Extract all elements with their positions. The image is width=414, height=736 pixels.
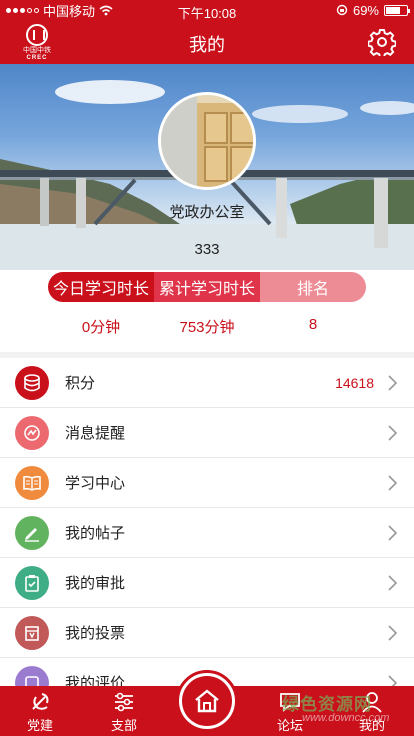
tab-label: 论坛 — [276, 718, 303, 733]
rotation-lock-icon — [336, 4, 348, 16]
nav-bar: 中国中铁 CREC 我的 — [0, 20, 414, 64]
points-value: 14618 — [335, 374, 374, 391]
tab-branch[interactable]: 支部 — [94, 686, 154, 736]
pencil-icon — [15, 515, 49, 550]
tab-today-study-time[interactable]: 今日学习时长 — [48, 272, 154, 302]
battery-icon — [384, 4, 410, 16]
chevron-right-icon — [388, 624, 398, 641]
vote-icon — [15, 615, 49, 650]
clipboard-check-icon — [15, 565, 49, 600]
person-icon — [362, 692, 382, 713]
profile-id: 333 — [194, 241, 220, 258]
chevron-right-icon — [388, 474, 398, 491]
tab-label: 党建 — [26, 718, 53, 733]
chevron-right-icon — [388, 374, 398, 391]
tab-party-building[interactable]: 党建 — [10, 686, 70, 736]
menu-item-my-posts[interactable]: 我的帖子 — [0, 508, 414, 558]
total-study-time-value: 753分钟 — [179, 319, 235, 336]
carrier-label: 中国移动 — [43, 3, 96, 19]
chevron-right-icon — [388, 574, 398, 591]
party-emblem-icon — [32, 693, 49, 710]
menu-item-label: 我的审批 — [65, 575, 126, 592]
tab-ranking[interactable]: 排名 — [260, 272, 366, 302]
stats-tabs: 今日学习时长 累计学习时长 排名 — [48, 272, 366, 302]
today-study-time-value: 0分钟 — [81, 319, 121, 336]
tab-total-study-time[interactable]: 累计学习时长 — [154, 272, 260, 302]
points-coins-icon — [15, 365, 49, 400]
home-button[interactable] — [176, 670, 238, 732]
profile-banner: 党政办公室 333 — [0, 64, 414, 270]
menu-item-points[interactable]: 积分 14618 — [0, 358, 414, 408]
menu-item-study-center[interactable]: 学习中心 — [0, 458, 414, 508]
book-icon — [15, 465, 49, 500]
tab-label: 支部 — [110, 718, 137, 733]
profile-name: 党政办公室 — [169, 204, 245, 221]
study-stats: 今日学习时长 累计学习时长 排名 0分钟 753分钟 8 — [0, 270, 414, 352]
gear-icon[interactable] — [368, 28, 396, 56]
chevron-right-icon — [388, 524, 398, 541]
wifi-icon — [99, 5, 113, 15]
home-icon — [195, 689, 219, 713]
page-title: 我的 — [189, 35, 225, 55]
menu-item-label: 积分 — [65, 375, 96, 392]
menu-item-message-reminder[interactable]: 消息提醒 — [0, 408, 414, 458]
menu-item-my-approvals[interactable]: 我的审批 — [0, 558, 414, 608]
battery-percent: 69% — [352, 2, 379, 18]
sliders-icon — [115, 692, 133, 712]
ranking-value: 8 — [308, 316, 318, 333]
status-bar: 中国移动 下午10:08 69% — [0, 0, 414, 21]
menu-item-label: 我的投票 — [65, 625, 126, 642]
tab-forum[interactable]: 论坛 — [260, 686, 320, 736]
menu-item-label: 我的帖子 — [65, 525, 126, 542]
tab-mine[interactable]: 我的 — [342, 686, 402, 736]
message-reminder-icon — [15, 415, 49, 450]
signal-icon — [6, 7, 39, 13]
avatar[interactable] — [158, 92, 256, 190]
menu-item-label: 学习中心 — [65, 475, 126, 492]
stats-values: 0分钟 753分钟 8 — [48, 316, 366, 337]
chevron-right-icon — [388, 424, 398, 441]
menu-list: 积分 14618 消息提醒 学习中心 我的帖子 我的审批 我的投票 我的评价 — [0, 358, 414, 708]
menu-item-my-votes[interactable]: 我的投票 — [0, 608, 414, 658]
menu-item-label: 消息提醒 — [65, 425, 126, 442]
tab-label: 我的 — [358, 718, 385, 733]
chat-bubble-icon — [280, 693, 300, 712]
